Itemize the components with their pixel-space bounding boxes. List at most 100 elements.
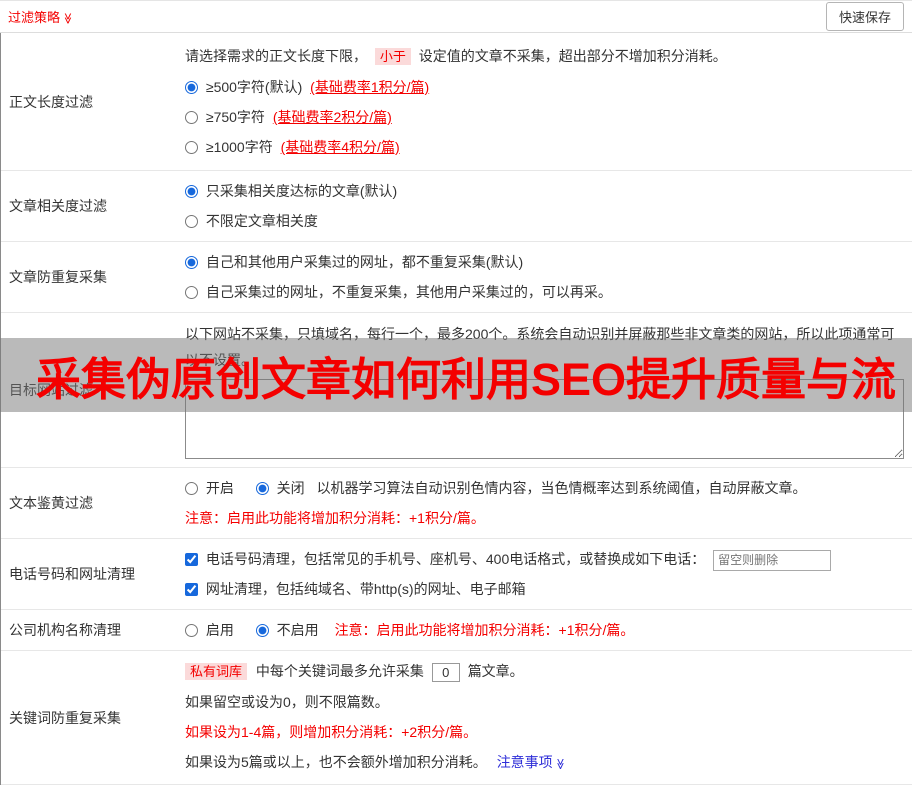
page-header: 过滤策略≫ 快速保存 [0, 0, 912, 33]
row-content-company-clean: 启用 不启用 注意：启用此功能将增加积分消耗：+1积分/篇。 [179, 610, 912, 650]
chevron-down-icon: ≫ [61, 12, 74, 25]
target-site-textarea[interactable] [185, 379, 904, 459]
keyword-limit-unit: 篇文章。 [467, 663, 524, 679]
option-rate-note: (基础费率1积分/篇) [310, 79, 430, 95]
porn-filter-description: 以机器学习算法自动识别色情内容，当色情概率达到系统阈值，自动屏蔽文章。 [316, 480, 807, 496]
porn-filter-on-option[interactable]: 开启 [185, 480, 238, 496]
option-text: 启用 [205, 622, 234, 638]
row-label-dedupe: 文章防重复采集 [9, 269, 107, 285]
porn-filter-on-radio[interactable] [185, 482, 198, 495]
phone-clean-checkbox[interactable] [185, 553, 198, 566]
dedupe-option-line-2: 自己采集过的网址，不重复采集，其他用户采集过的，可以再采。 [185, 277, 904, 307]
intro-text-post: 设定值的文章不采集，超出部分不增加积分消耗。 [418, 48, 727, 64]
company-clean-options-line: 启用 不启用 注意：启用此功能将增加积分消耗：+1积分/篇。 [185, 615, 904, 645]
phone-clean-line: 电话号码清理，包括常见的手机号、座机号、400电话格式，或替换成如下电话： [185, 544, 904, 574]
url-clean-line: 网址清理，包括纯域名、带http(s)的网址、电子邮箱 [185, 574, 904, 604]
keyword-limit-text: 中每个关键词最多允许采集 [255, 663, 424, 679]
quick-save-button[interactable]: 快速保存 [825, 2, 904, 31]
row-content-porn-filter: 开启 关闭 以机器学习算法自动识别色情内容，当色情概率达到系统阈值，自动屏蔽文章… [179, 468, 912, 538]
length-option-1000-radio[interactable] [185, 141, 198, 154]
row-porn-filter: 文本鉴黄过滤 开启 关闭 以机器学习算法自动识别色情内容，当色情概率达到系统阈值… [1, 468, 912, 539]
length-option-750-radio[interactable] [185, 111, 198, 124]
row-phone-url-clean: 电话号码和网址清理 电话号码清理，包括常见的手机号、座机号、400电话格式，或替… [1, 539, 912, 610]
company-clean-off-option[interactable]: 不启用 [255, 622, 323, 638]
row-label-company-clean: 公司机构名称清理 [9, 622, 121, 638]
porn-filter-off-option[interactable]: 关闭 [255, 480, 309, 496]
page-title: 过滤策略 [8, 10, 61, 25]
row-label-body-length: 正文长度过滤 [9, 93, 93, 110]
chevron-down-icon: ≫ [553, 758, 566, 770]
filter-strategy-title[interactable]: 过滤策略≫ [8, 7, 74, 26]
filter-strategy-page: 过滤策略≫ 快速保存 正文长度过滤 请选择需求的正文长度下限， 小于 设定值的文… [0, 0, 912, 785]
row-content-dedupe: 自己和其他用户采集过的网址，都不重复采集(默认) 自己采集过的网址，不重复采集，… [179, 242, 912, 312]
private-lexicon-badge: 私有词库 [185, 663, 248, 680]
dedupe-option-global[interactable]: 自己和其他用户采集过的网址，都不重复采集(默认) [185, 254, 523, 270]
row-content-keyword-dedupe: 私有词库 中每个关键词最多允许采集 篇文章。 如果留空或设为0，则不限篇数。 如… [179, 651, 912, 784]
row-label-keyword-dedupe: 关键词防重复采集 [9, 709, 121, 726]
keyword-note-cost: 如果设为1-4篇，则增加积分消耗：+2积分/篇。 [185, 724, 478, 740]
dedupe-option-global-radio[interactable] [185, 256, 198, 269]
replacement-phone-input[interactable] [713, 549, 832, 571]
length-option-500[interactable]: ≥500字符(默认) (基础费率1积分/篇) [185, 79, 429, 95]
length-option-750[interactable]: ≥750字符 (基础费率2积分/篇) [185, 109, 392, 125]
body-length-intro: 请选择需求的正文长度下限， 小于 设定值的文章不采集，超出部分不增加积分消耗。 [185, 41, 904, 72]
relevance-option-line-1: 只采集相关度达标的文章(默认) [185, 176, 904, 206]
option-text: 不启用 [276, 622, 319, 638]
company-clean-on-option[interactable]: 启用 [185, 622, 238, 638]
option-text: ≥1000字符 [205, 139, 273, 155]
row-label-porn-filter: 文本鉴黄过滤 [9, 495, 93, 511]
dedupe-option-own-radio[interactable] [185, 286, 198, 299]
porn-filter-options-line: 开启 关闭 以机器学习算法自动识别色情内容，当色情概率达到系统阈值，自动屏蔽文章… [185, 473, 904, 503]
url-clean-checkbox[interactable] [185, 583, 198, 596]
porn-filter-off-radio[interactable] [255, 482, 269, 495]
row-keyword-dedupe: 关键词防重复采集 私有词库 中每个关键词最多允许采集 篇文章。 如果留空或设为0… [1, 651, 912, 785]
url-clean-option[interactable]: 网址清理，包括纯域名、带http(s)的网址、电子邮箱 [185, 581, 526, 597]
phone-clean-option[interactable]: 电话号码清理，包括常见的手机号、座机号、400电话格式，或替换成如下电话： [185, 551, 709, 567]
option-text: 只采集相关度达标的文章(默认) [205, 183, 398, 199]
row-content-relevance: 只采集相关度达标的文章(默认) 不限定文章相关度 [179, 171, 912, 241]
relevance-option-strict-radio[interactable] [185, 185, 198, 198]
length-option-line-750: ≥750字符 (基础费率2积分/篇) [185, 102, 904, 132]
length-option-line-500: ≥500字符(默认) (基础费率1积分/篇) [185, 72, 904, 102]
dedupe-option-line-1: 自己和其他用户采集过的网址，都不重复采集(默认) [185, 247, 904, 277]
row-relevance-filter: 文章相关度过滤 只采集相关度达标的文章(默认) 不限定文章相关度 [1, 171, 912, 242]
option-text: 电话号码清理，包括常见的手机号、座机号、400电话格式，或替换成如下电话： [205, 551, 706, 567]
relevance-option-any-radio[interactable] [185, 215, 198, 228]
row-content-phone-url-clean: 电话号码清理，包括常见的手机号、座机号、400电话格式，或替换成如下电话： 网址… [179, 539, 912, 609]
row-target-site-filter: 目标网站过滤 以下网站不采集，只填域名，每行一个，最多200个。系统会自动识别并… [1, 313, 912, 468]
option-text: 网址清理，包括纯域名、带http(s)的网址、电子邮箱 [205, 581, 526, 597]
option-text: 自己和其他用户采集过的网址，都不重复采集(默认) [205, 254, 524, 270]
relevance-option-line-2: 不限定文章相关度 [185, 206, 904, 236]
keyword-limit-line: 私有词库 中每个关键词最多允许采集 篇文章。 [185, 656, 904, 687]
row-dedupe-collect: 文章防重复采集 自己和其他用户采集过的网址，都不重复采集(默认) 自己采集过的网… [1, 242, 912, 313]
row-label-target-site: 目标网站过滤 [9, 382, 93, 398]
option-text: ≥500字符(默认) [205, 79, 303, 95]
intro-text-pre: 请选择需求的正文长度下限， [185, 48, 367, 64]
company-clean-on-radio[interactable] [185, 624, 198, 637]
dedupe-option-own[interactable]: 自己采集过的网址，不重复采集，其他用户采集过的，可以再采。 [185, 284, 612, 300]
row-content-body-length: 请选择需求的正文长度下限， 小于 设定值的文章不采集，超出部分不增加积分消耗。 … [179, 33, 912, 170]
option-text: ≥750字符 [205, 109, 265, 125]
keyword-note-five-line: 如果设为5篇或以上，也不会额外增加积分消耗。 注意事项≫ [185, 747, 904, 779]
less-than-badge: 小于 [374, 48, 411, 65]
keyword-limit-input[interactable] [431, 662, 460, 682]
relevance-option-strict[interactable]: 只采集相关度达标的文章(默认) [185, 183, 397, 199]
length-option-1000[interactable]: ≥1000字符 (基础费率4积分/篇) [185, 139, 400, 155]
target-site-description: 以下网站不采集，只填域名，每行一个，最多200个。系统会自动识别并屏蔽那些非文章… [185, 326, 895, 368]
relevance-option-any[interactable]: 不限定文章相关度 [185, 213, 318, 229]
option-rate-note: (基础费率4积分/篇) [280, 139, 400, 155]
option-text: 自己采集过的网址，不重复采集，其他用户采集过的，可以再采。 [205, 284, 612, 300]
length-option-line-1000: ≥1000字符 (基础费率4积分/篇) [185, 132, 904, 162]
option-text: 开启 [205, 480, 234, 496]
row-company-clean: 公司机构名称清理 启用 不启用 注意：启用此功能将增加积分消耗：+1积分/篇。 [1, 610, 912, 651]
option-text: 关闭 [276, 480, 305, 496]
option-rate-note: (基础费率2积分/篇) [272, 109, 392, 125]
keyword-note-unlimited: 如果留空或设为0，则不限篇数。 [185, 694, 389, 710]
length-option-500-radio[interactable] [185, 81, 198, 94]
company-clean-off-radio[interactable] [255, 624, 269, 637]
company-clean-cost-note: 注意：启用此功能将增加积分消耗：+1积分/篇。 [334, 622, 635, 638]
row-label-relevance: 文章相关度过滤 [9, 198, 107, 214]
option-text: 不限定文章相关度 [205, 213, 318, 229]
porn-filter-cost-note: 注意：启用此功能将增加积分消耗：+1积分/篇。 [185, 510, 485, 526]
row-content-target-site: 以下网站不采集，只填域名，每行一个，最多200个。系统会自动识别并屏蔽那些非文章… [179, 313, 912, 467]
